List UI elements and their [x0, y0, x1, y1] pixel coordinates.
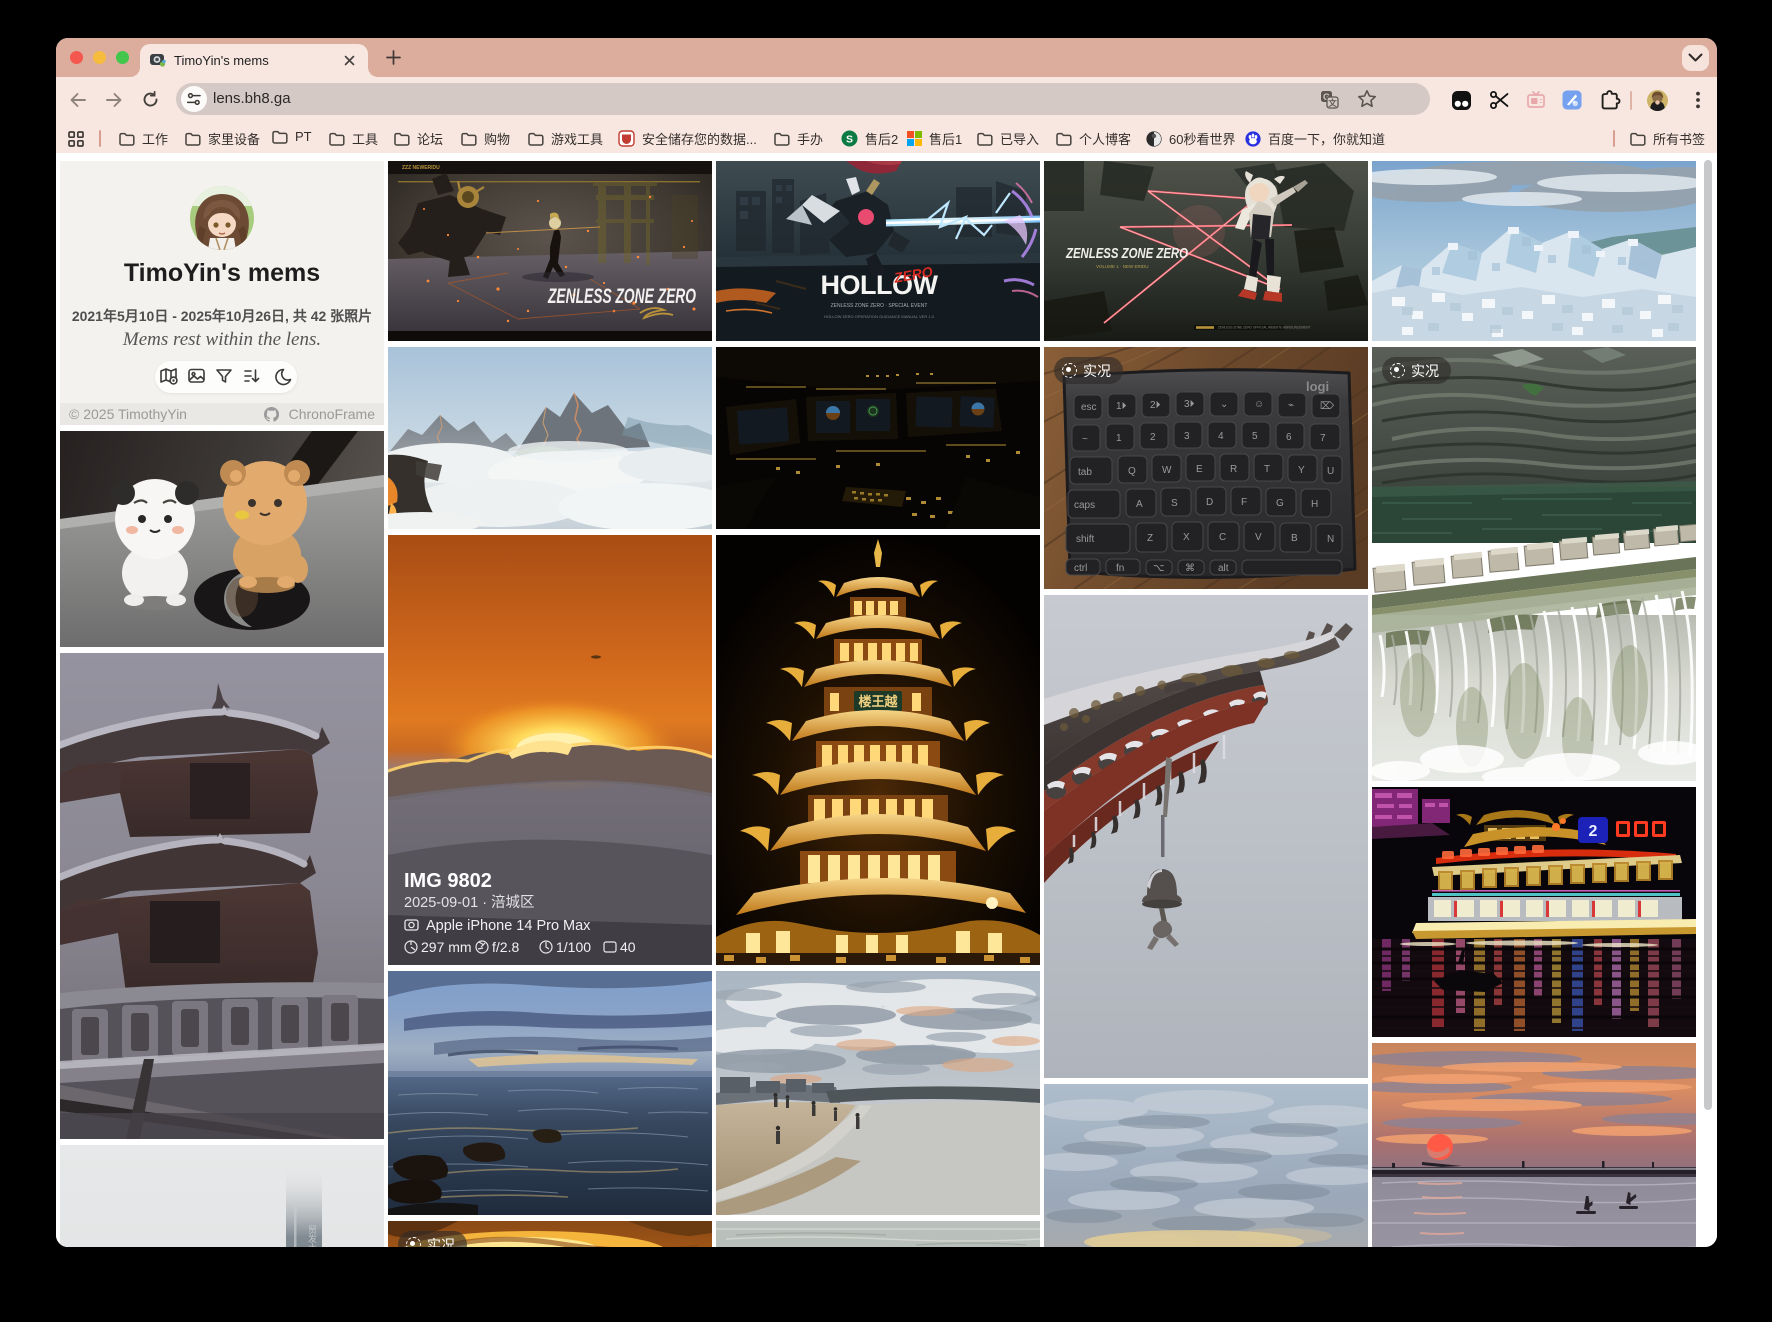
svg-text:C: C — [1219, 532, 1226, 543]
svg-text:E: E — [1196, 464, 1203, 475]
svg-text:R: R — [1230, 464, 1237, 475]
svg-text:2⏵: 2⏵ — [1150, 400, 1161, 411]
svg-text:4: 4 — [1218, 431, 1224, 442]
svg-text:7: 7 — [1320, 433, 1326, 444]
svg-text:6: 6 — [1286, 432, 1292, 443]
svg-text:⌁: ⌁ — [1288, 400, 1294, 411]
svg-text:2: 2 — [1589, 823, 1598, 840]
svg-text:ZENLESS ZONE ZERO OFFICIAL WEB: ZENLESS ZONE ZERO OFFICIAL WEBSITE ANNOU… — [1218, 326, 1310, 330]
svg-text:ZENLESS ZONE ZERO: ZENLESS ZONE ZERO — [547, 285, 696, 308]
svg-text:A: A — [1136, 499, 1143, 510]
svg-text:文: 文 — [1328, 98, 1337, 108]
svg-text:F: F — [1241, 497, 1247, 508]
svg-text:S: S — [846, 133, 853, 145]
svg-text:X: X — [1183, 532, 1190, 543]
svg-text:Y: Y — [1298, 465, 1305, 476]
svg-text:☺: ☺ — [1254, 399, 1264, 410]
svg-text:5: 5 — [1252, 431, 1258, 442]
svg-text:H: H — [1311, 499, 1318, 510]
svg-text:2: 2 — [1150, 432, 1156, 443]
svg-text:shift: shift — [1076, 534, 1095, 545]
svg-text:V: V — [1255, 532, 1262, 543]
svg-text:IMG 9802: IMG 9802 — [404, 870, 492, 892]
svg-text:U: U — [1327, 466, 1334, 477]
svg-text:HOLLOW ZERO OPERATION GUIDANCE: HOLLOW ZERO OPERATION GUIDANCE MANUAL VE… — [824, 314, 935, 319]
svg-text:Apple iPhone 14 Pro Max: Apple iPhone 14 Pro Max — [426, 918, 591, 934]
svg-text:D: D — [1206, 497, 1213, 508]
svg-text:40: 40 — [620, 939, 636, 955]
svg-text:1⏵: 1⏵ — [1116, 401, 1127, 412]
svg-text:~: ~ — [1082, 434, 1088, 445]
svg-text:⌘: ⌘ — [1185, 563, 1195, 574]
svg-text:alt: alt — [1218, 563, 1229, 574]
svg-text:⌄: ⌄ — [1220, 399, 1228, 410]
svg-text:logi: logi — [1306, 379, 1329, 394]
svg-text:Q: Q — [1128, 466, 1136, 477]
svg-text:f/2.8: f/2.8 — [492, 939, 519, 955]
svg-text:tab: tab — [1078, 467, 1092, 478]
svg-text:1: 1 — [1116, 433, 1122, 444]
svg-text:楼王越: 楼王越 — [858, 694, 898, 709]
svg-text:2025-09-01 · 涪城区: 2025-09-01 · 涪城区 — [404, 894, 535, 911]
svg-text:3: 3 — [1184, 431, 1190, 442]
svg-text:3⏵: 3⏵ — [1184, 399, 1195, 410]
svg-text:ctrl: ctrl — [1074, 563, 1087, 574]
svg-text:caps: caps — [1074, 500, 1095, 511]
svg-text:ZENLESS ZONE ZERO · SPECIAL: ZENLESS ZONE ZERO · SPECIAL EVENT — [831, 303, 928, 309]
svg-text:VOLUME 1 · NEW ERIDU: VOLUME 1 · NEW ERIDU — [1096, 264, 1149, 269]
svg-text:N: N — [1327, 534, 1334, 545]
svg-text:T: T — [1264, 464, 1270, 475]
svg-text:G: G — [1276, 498, 1284, 509]
svg-text:297 mm: 297 mm — [421, 939, 472, 955]
svg-text:⌥: ⌥ — [1153, 563, 1165, 574]
svg-text:fn: fn — [1116, 563, 1124, 574]
svg-text:1/100: 1/100 — [556, 939, 591, 955]
svg-text:⌦: ⌦ — [1320, 401, 1335, 412]
svg-text:Z: Z — [1147, 533, 1153, 544]
svg-text:esc: esc — [1081, 402, 1097, 413]
svg-text:贸发大厦: 贸发大厦 — [307, 1224, 317, 1247]
svg-text:ZENLESS ZONE ZERO: ZENLESS ZONE ZERO — [1065, 245, 1188, 262]
svg-text:ZZZ NEWERIDU: ZZZ NEWERIDU — [402, 165, 440, 171]
svg-text:B: B — [1291, 533, 1298, 544]
svg-text:S: S — [1171, 498, 1178, 509]
svg-text:W: W — [1162, 465, 1172, 476]
